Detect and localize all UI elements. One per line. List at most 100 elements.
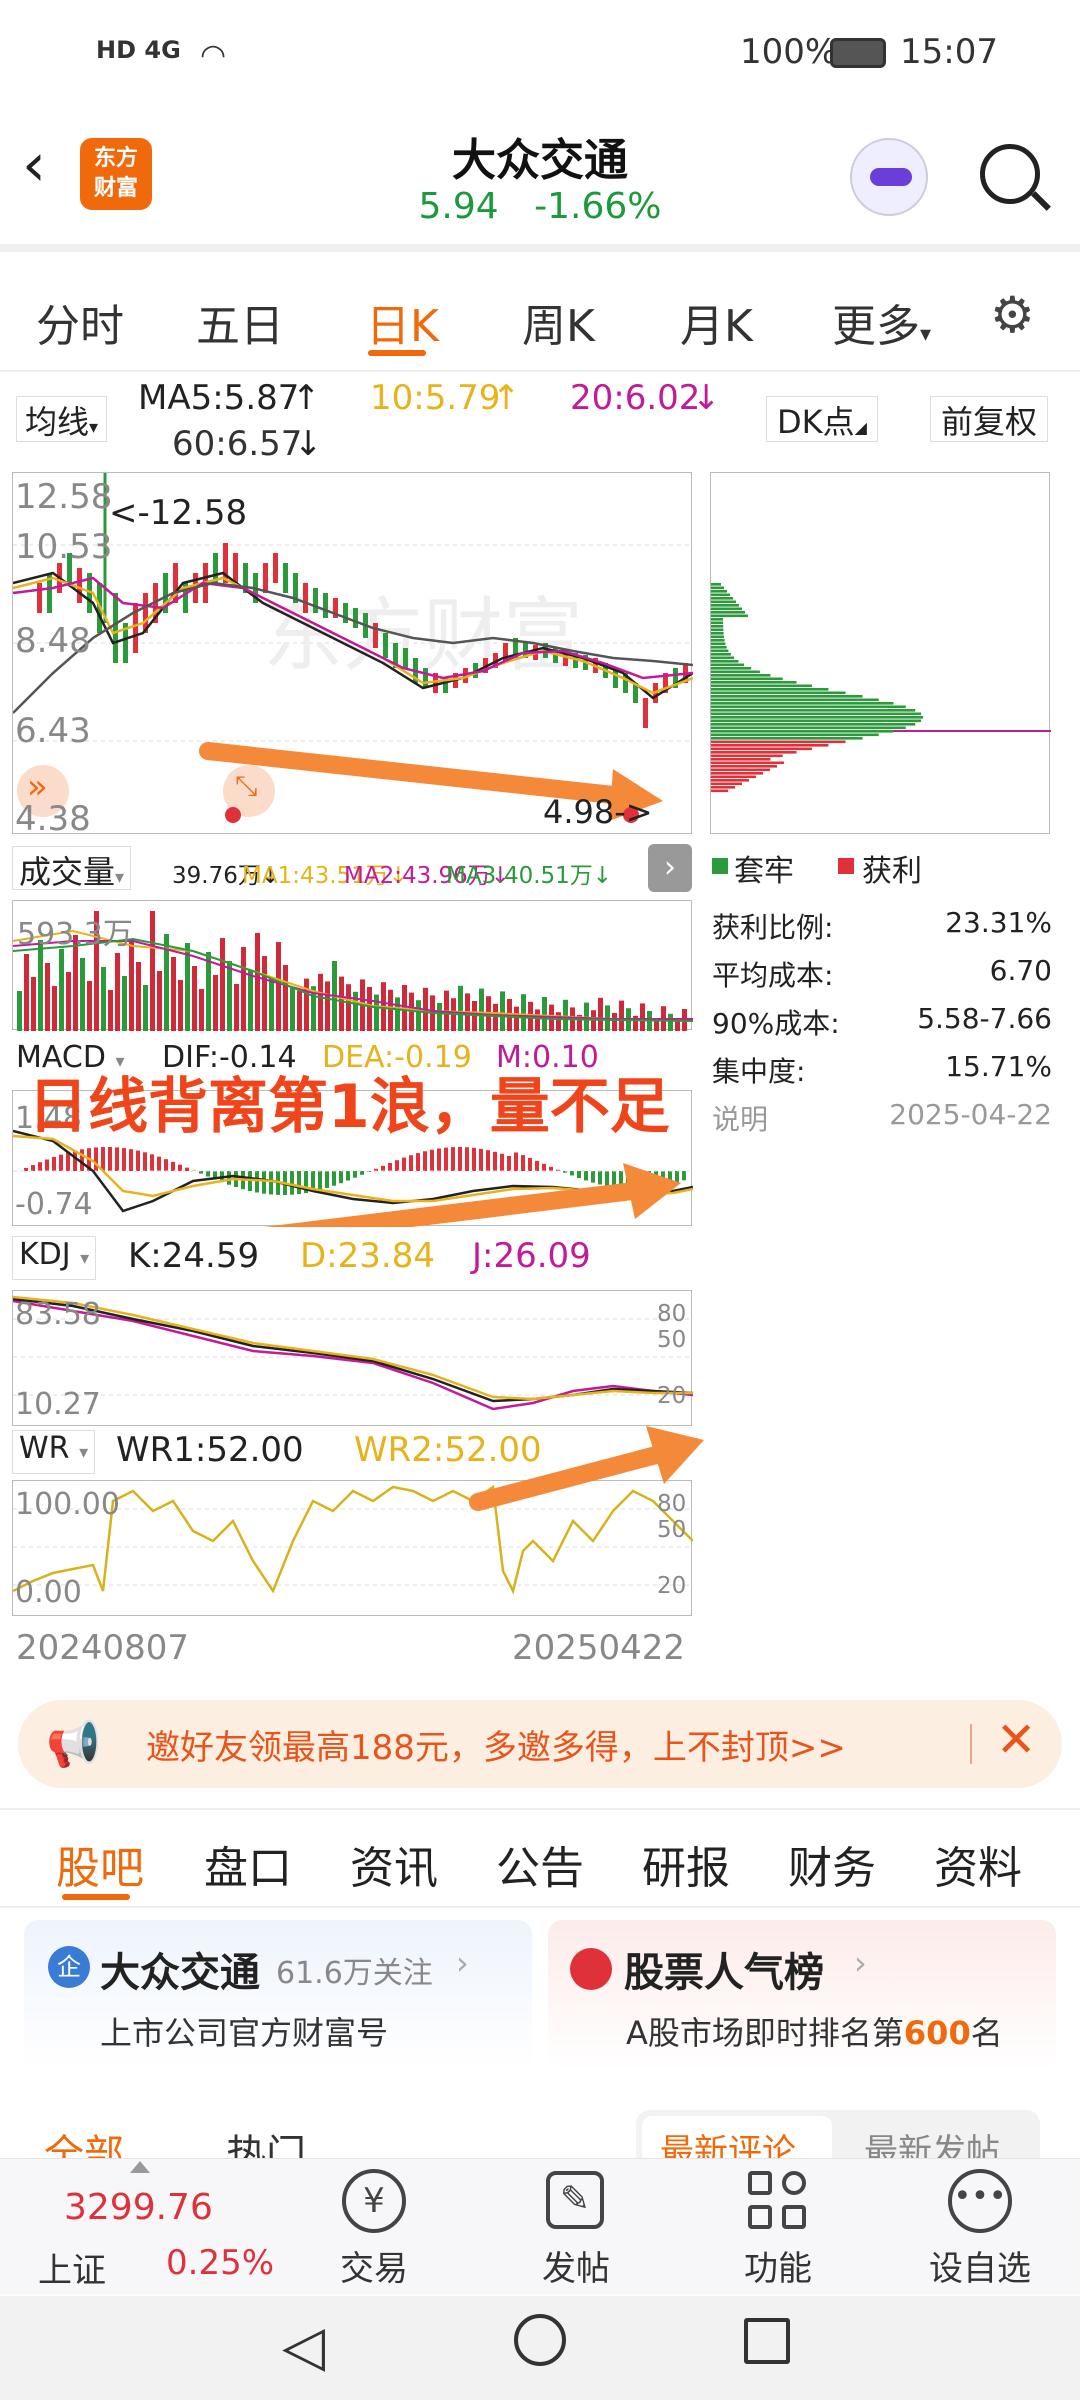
date-start: 20240807 [16, 1628, 190, 1668]
macd-bar [507, 1156, 511, 1171]
expand-panel-button[interactable]: › [648, 844, 692, 892]
tab-monthly-k[interactable]: 月K [680, 290, 753, 354]
chip-row: 说明 2025-04-22 [712, 1098, 1052, 1146]
kdj-k: K:24.59 [128, 1236, 260, 1276]
back-arrow-icon[interactable]: ‹ [22, 130, 46, 200]
popularity-card[interactable]: 股票人气榜 › A股市场即时排名第600名 [548, 1920, 1056, 2070]
collapse-caret-icon[interactable] [130, 2161, 150, 2173]
stock-quote: 5.94 -1.66% [340, 186, 740, 227]
volume-bar [80, 958, 85, 1031]
chip-bar [711, 663, 745, 667]
chip-note-link[interactable]: 说明 [712, 1098, 768, 1138]
volume-bar [675, 1021, 680, 1031]
tab-forum[interactable]: 股吧 [56, 1832, 144, 1896]
chip-bar [711, 688, 829, 691]
expand-left-icon[interactable]: » [27, 767, 48, 807]
volume-bar [234, 984, 239, 1031]
volume-bar [59, 949, 64, 1031]
volume-bar [101, 967, 106, 1031]
tab-daily-k[interactable]: 日K [366, 290, 439, 354]
macd-bar [465, 1147, 469, 1171]
tab-weekly-k[interactable]: 周K [522, 290, 595, 354]
index-change: 0.25% [166, 2243, 275, 2283]
nav-trade[interactable]: 交易 [314, 2241, 434, 2290]
edit-post-icon[interactable]: ✎ [546, 2171, 604, 2229]
promo-banner[interactable]: 📢 邀好友领最高188元，多邀多得，上不封顶>> ✕ [18, 1700, 1062, 1788]
volume-bar [521, 994, 526, 1031]
macd-bar [388, 1162, 392, 1171]
volume-bar [31, 977, 36, 1031]
chip-bar [711, 611, 745, 614]
volume-bar [220, 938, 225, 1031]
chip-bar [711, 625, 724, 628]
kdj-tick-top: 83.58 [15, 1297, 101, 1332]
volume-bar [479, 988, 484, 1031]
popularity-rank: 600 [903, 2014, 971, 2052]
macd-bar [45, 1159, 49, 1171]
chip-bar [711, 719, 922, 723]
nav-back-icon[interactable]: ◁ [282, 2314, 325, 2379]
volume-bar [668, 1013, 673, 1031]
macd-bar [73, 1150, 77, 1171]
macd-bar [577, 1171, 581, 1179]
macd-bar [598, 1171, 602, 1185]
chip-bar [711, 758, 771, 761]
tab-more[interactable]: 更多▾ [832, 290, 931, 354]
macd-bar [479, 1148, 483, 1171]
chip-bar [711, 705, 906, 709]
kdj-right-tick-20: 20 [657, 1383, 687, 1409]
volume-bar [143, 985, 148, 1031]
macd-bar [451, 1147, 455, 1171]
yen-trade-icon[interactable]: ¥ [342, 2169, 406, 2233]
macd-tick-bottom: -0.74 [15, 1187, 93, 1222]
nav-functions[interactable]: 功能 [718, 2241, 838, 2290]
kdj-selector[interactable]: KDJ ▾ [12, 1236, 97, 1280]
tab-order-book[interactable]: 盘口 [204, 1832, 292, 1896]
index-value[interactable]: 3299.76 [64, 2187, 213, 2228]
chip-row: 90%成本: 5.58-7.66 [712, 1002, 1052, 1040]
macd-bar [605, 1171, 609, 1187]
chip-distribution-chart[interactable] [710, 472, 1051, 834]
price-tick-2: 10.53 [15, 527, 113, 567]
assistant-robot-icon[interactable] [850, 138, 928, 216]
ma-selector[interactable]: 均线▾ [16, 396, 108, 442]
nav-recents-icon[interactable] [744, 2318, 790, 2364]
volume-chart[interactable]: 593.3万 [12, 900, 693, 1031]
chip-bar [711, 600, 736, 604]
company-card[interactable]: 企 大众交通 61.6万关注 › 上市公司官方财富号 [24, 1920, 532, 2070]
tab-intraday[interactable]: 分时 [36, 290, 124, 354]
macd-bar [591, 1171, 595, 1183]
tab-news[interactable]: 资讯 [350, 1832, 438, 1896]
company-card-subtitle: 上市公司官方财富号 [100, 2014, 389, 2052]
chevron-right-icon: › [854, 1944, 867, 1982]
macd-bar [570, 1171, 574, 1176]
trapped-legend-swatch [712, 858, 728, 874]
volume-bar [262, 956, 267, 1031]
tab-five-day[interactable]: 五日 [196, 290, 284, 354]
dk-point-button[interactable]: DK点◢ [766, 396, 878, 442]
tab-profile[interactable]: 资料 [934, 1832, 1022, 1896]
kline-chart[interactable]: 东方财富 12.58 10.53 8.48 6.43 4.38 <-12.58 … [12, 472, 693, 839]
macd-bar [122, 1148, 126, 1171]
tab-financials[interactable]: 财务 [788, 1832, 876, 1896]
close-promo-icon[interactable]: ✕ [996, 1712, 1036, 1768]
macd-bar [157, 1156, 161, 1171]
grid-functions-icon[interactable] [748, 2171, 808, 2231]
chip-date: 2025-04-22 [889, 1098, 1052, 1131]
nav-home-icon[interactable] [514, 2314, 566, 2366]
adjust-button[interactable]: 前复权 [930, 396, 1049, 442]
kdj-chart[interactable]: 83.58 10.27 80 50 20 [12, 1290, 693, 1426]
volume-selector[interactable]: 成交量▾ [12, 846, 132, 891]
nav-add-watchlist[interactable]: 设自选 [918, 2241, 1042, 2290]
nav-post[interactable]: 发帖 [516, 2241, 636, 2290]
chip-bar [711, 684, 812, 688]
chip-bar [711, 614, 748, 618]
more-dots-icon[interactable]: ••• [948, 2169, 1012, 2233]
settings-gear-icon[interactable]: ⚙ [990, 286, 1035, 344]
tab-announcements[interactable]: 公告 [496, 1832, 584, 1896]
wr-selector[interactable]: WR ▾ [12, 1430, 96, 1474]
enterprise-badge-icon: 企 [48, 1946, 90, 1988]
fullscreen-icon[interactable]: ⤡ [235, 769, 257, 803]
volume-bar [612, 1013, 617, 1031]
tab-research[interactable]: 研报 [642, 1832, 730, 1896]
